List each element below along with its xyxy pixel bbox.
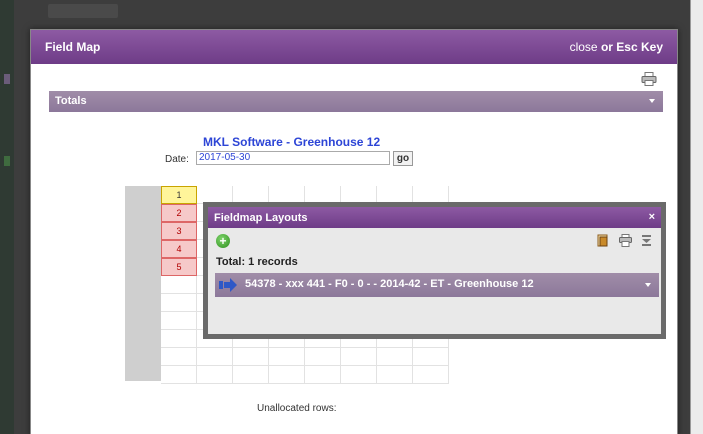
grid-cell[interactable] [305, 348, 341, 366]
unallocated-rows-label: Unallocated rows: [257, 403, 337, 414]
print-icon[interactable] [618, 234, 632, 247]
grid-cell[interactable] [161, 294, 197, 312]
grid-cell[interactable] [413, 366, 449, 384]
sheet-title: MKL Software - Greenhouse 12 [203, 135, 381, 149]
background-marker [4, 156, 10, 166]
grid-cell[interactable] [233, 348, 269, 366]
grid-cell[interactable] [161, 312, 197, 330]
chevron-down-icon [649, 99, 655, 103]
chevron-down-icon[interactable] [645, 283, 651, 287]
grid-cell[interactable] [161, 348, 197, 366]
background-marker [4, 74, 10, 84]
close-control[interactable]: close or Esc Key [570, 40, 663, 54]
grid-cell[interactable] [197, 348, 233, 366]
date-label: Date: [165, 154, 189, 165]
dialog-header: Field Map close or Esc Key [31, 30, 677, 64]
background-text [48, 4, 118, 18]
close-or-text: or [600, 40, 613, 54]
grid-cell[interactable] [305, 366, 341, 384]
fieldmap-layouts-popup: Fieldmap Layouts × + Total: 1 records 54… [203, 202, 666, 339]
grid-cell[interactable] [233, 366, 269, 384]
close-icon[interactable]: × [649, 211, 655, 223]
close-link[interactable]: close [570, 40, 598, 54]
export-icon[interactable] [597, 234, 610, 247]
layout-record-row[interactable]: 54378 - xxx 441 - F0 - 0 - - 2014-42 - E… [215, 273, 659, 297]
go-button[interactable]: go [393, 151, 413, 166]
page-scrollbar[interactable] [690, 0, 703, 434]
grid-header-column [125, 186, 161, 381]
grid-row-label[interactable]: 2 [161, 204, 197, 222]
layouts-title: Fieldmap Layouts [214, 212, 308, 224]
totals-label: Totals [55, 95, 87, 107]
print-icon[interactable] [641, 72, 657, 86]
grid-cell[interactable] [161, 276, 197, 294]
grid-cell[interactable] [377, 348, 413, 366]
grid-row-label[interactable]: 5 [161, 258, 197, 276]
grid-cell[interactable] [377, 366, 413, 384]
grid-cell[interactable] [341, 348, 377, 366]
date-input[interactable]: 2017-05-30 [196, 151, 390, 165]
arrow-right-icon[interactable] [219, 278, 237, 292]
menu-icon[interactable] [640, 234, 653, 247]
grid-cell[interactable] [161, 366, 197, 384]
background-sidebar [0, 0, 14, 434]
dialog-title: Field Map [45, 40, 101, 54]
grid-row-label[interactable]: 3 [161, 222, 197, 240]
total-records: Total: 1 records [216, 256, 298, 268]
grid-cell[interactable] [269, 348, 305, 366]
layouts-header: Fieldmap Layouts × [208, 207, 661, 228]
grid-row-label[interactable]: 1 [161, 186, 197, 204]
esc-key-text: Esc Key [616, 40, 663, 54]
grid-cell[interactable] [197, 366, 233, 384]
grid-cell[interactable] [161, 330, 197, 348]
grid-cell[interactable] [341, 366, 377, 384]
layouts-toolbar [593, 234, 653, 248]
layout-record-text: 54378 - xxx 441 - F0 - 0 - - 2014-42 - E… [245, 278, 534, 290]
totals-bar[interactable]: Totals [49, 91, 663, 112]
grid-row-label[interactable]: 4 [161, 240, 197, 258]
add-icon[interactable]: + [216, 234, 230, 248]
grid-cell[interactable] [269, 366, 305, 384]
grid-cell[interactable] [413, 348, 449, 366]
